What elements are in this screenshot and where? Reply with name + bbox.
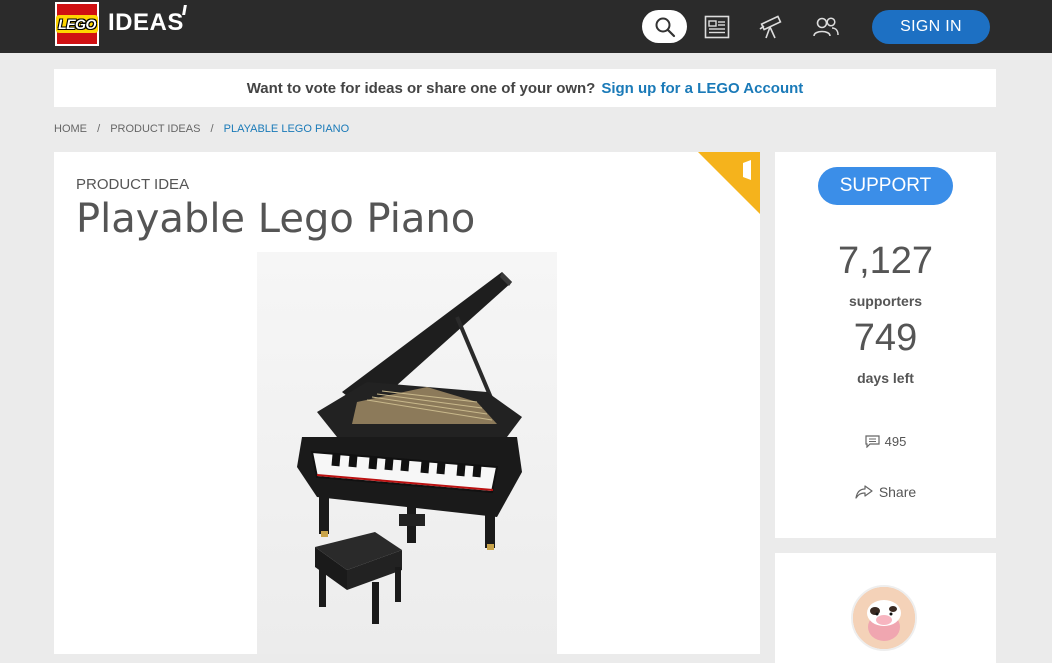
ideas-brand[interactable]: IDEAS (108, 9, 184, 37)
lego-logo-text: LEGO (56, 15, 98, 33)
support-button[interactable]: SUPPORT (818, 167, 953, 205)
idea-main-card: PRODUCT IDEA Playable Lego Piano (54, 152, 760, 654)
supporters-count: 7,127 (837, 240, 934, 282)
explore-icon (759, 15, 782, 39)
avatar-image (853, 587, 915, 649)
avatar[interactable] (851, 585, 917, 651)
ideas-brand-mark (176, 5, 187, 15)
news-icon (704, 15, 730, 39)
community-icon (813, 17, 839, 37)
days-left-count: 749 (853, 317, 918, 359)
explore-button[interactable] (758, 13, 786, 41)
comment-icon (865, 435, 880, 448)
supporters-label: supporters (848, 293, 923, 309)
community-button[interactable] (812, 13, 840, 41)
piano-photo[interactable] (257, 252, 557, 654)
comments-count: 495 (884, 434, 907, 449)
lego-logo[interactable]: LEGO (55, 2, 99, 46)
creator-panel (775, 553, 996, 663)
support-panel: SUPPORT 7,127 supporters 749 days left 4… (775, 152, 996, 538)
sign-in-button[interactable]: SIGN IN (872, 10, 990, 44)
comments-link[interactable]: 495 (775, 434, 996, 449)
breadcrumb: HOME / PRODUCT IDEAS / PLAYABLE LEGO PIA… (54, 123, 349, 135)
page-title: Playable Lego Piano (76, 196, 476, 242)
signup-banner: Want to vote for ideas or share one of y… (54, 69, 996, 107)
search-icon (655, 17, 675, 37)
banner-text: Want to vote for ideas or share one of y… (246, 79, 596, 97)
share-label: Share (878, 484, 917, 500)
breadcrumb-separator: / (210, 123, 214, 135)
breadcrumb-separator: / (97, 123, 101, 135)
breadcrumb-current[interactable]: PLAYABLE LEGO PIANO (224, 123, 350, 135)
days-left-label: days left (857, 370, 914, 386)
piano-illustration (257, 252, 557, 654)
ideas-corner-icon (743, 160, 751, 180)
signup-link[interactable]: Sign up for a LEGO Account (601, 80, 803, 97)
share-button[interactable]: Share (775, 484, 996, 500)
idea-kicker: PRODUCT IDEA (76, 176, 190, 193)
breadcrumb-product-ideas[interactable]: PRODUCT IDEAS (110, 123, 200, 135)
news-button[interactable] (703, 13, 731, 41)
top-navigation-bar: LEGO IDEAS SIGN IN (0, 0, 1052, 53)
share-icon (855, 485, 873, 499)
breadcrumb-home[interactable]: HOME (54, 123, 87, 135)
search-button[interactable] (642, 10, 687, 43)
